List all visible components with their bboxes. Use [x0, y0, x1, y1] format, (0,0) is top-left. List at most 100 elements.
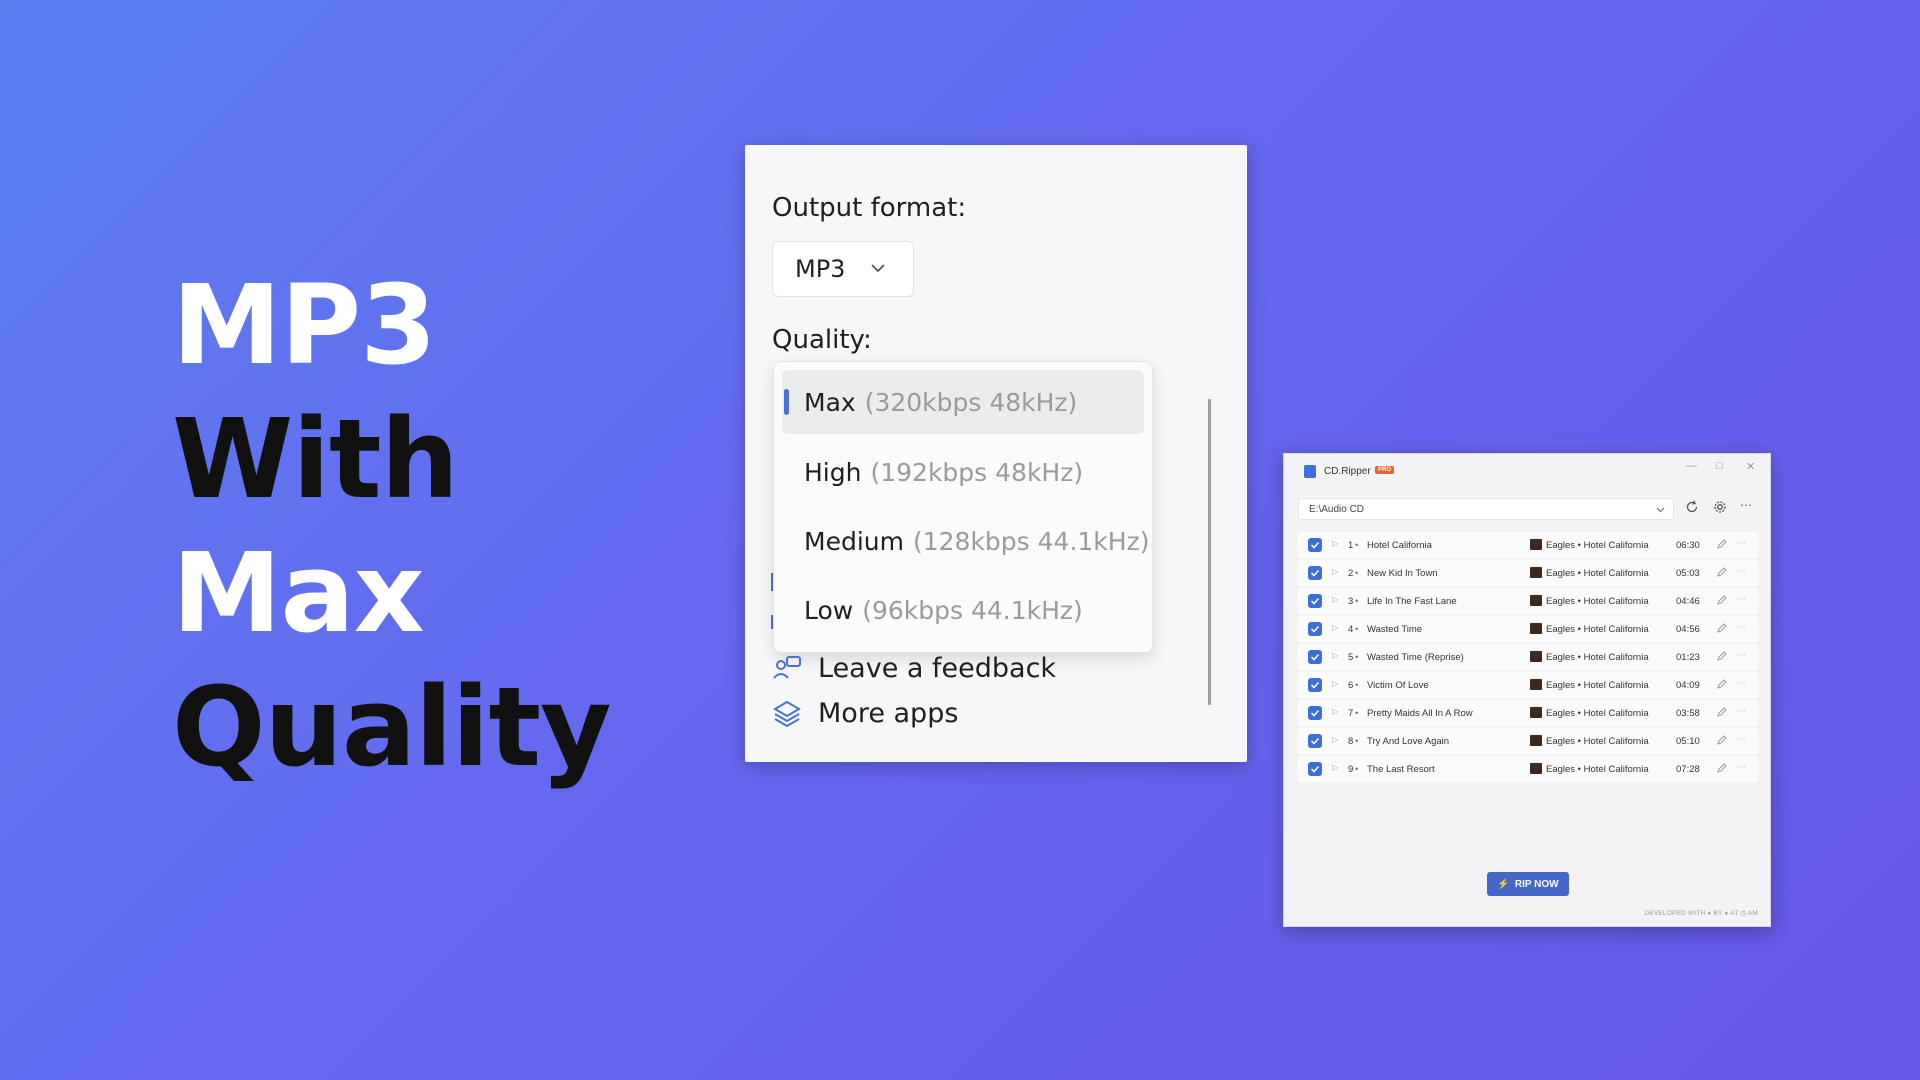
track-title: Victim Of Love: [1367, 680, 1429, 691]
option-name: Medium: [804, 526, 904, 556]
refresh-icon[interactable]: [1684, 499, 1700, 515]
play-icon[interactable]: ▷: [1332, 595, 1338, 604]
layers-icon: [773, 700, 801, 727]
track-checkbox[interactable]: [1308, 762, 1322, 776]
edit-icon[interactable]: [1716, 650, 1728, 662]
edit-icon[interactable]: [1716, 734, 1728, 746]
quality-option-medium[interactable]: Medium (128kbps 44.1kHz): [782, 509, 1149, 573]
checkmark-icon: [1310, 597, 1320, 605]
checkmark-icon: [1310, 709, 1320, 717]
track-row[interactable]: ▷ Victim Of Love Eagles • Hotel California…: [1298, 672, 1758, 698]
scrollbar[interactable]: [1208, 399, 1211, 705]
track-checkbox[interactable]: [1308, 594, 1322, 608]
app-logo-icon: [1304, 465, 1316, 478]
track-checkbox[interactable]: [1308, 650, 1322, 664]
track-number: 7: [1348, 708, 1354, 719]
track-checkbox[interactable]: [1308, 566, 1322, 580]
quality-option-low[interactable]: Low (96kbps 44.1kHz): [782, 578, 1144, 642]
separator: •: [1355, 736, 1359, 747]
track-artist-album: Eagles • Hotel California: [1546, 764, 1649, 775]
track-number: 4: [1348, 624, 1354, 635]
more-apps-link[interactable]: More apps: [772, 698, 958, 729]
track-duration: 01:23: [1676, 652, 1700, 663]
headline-line-2: With: [172, 395, 459, 523]
quality-option-high[interactable]: High (192kbps 48kHz): [782, 440, 1144, 504]
play-icon[interactable]: ▷: [1332, 707, 1338, 716]
separator: •: [1355, 624, 1359, 635]
row-more-icon[interactable]: ⋯: [1736, 650, 1746, 661]
track-checkbox[interactable]: [1308, 734, 1322, 748]
track-title: New Kid In Town: [1367, 568, 1438, 579]
developer-credit: DEVELOPED WITH ● BY ● AT ◷ AM: [1644, 910, 1758, 917]
album-art-thumbnail: [1530, 623, 1542, 634]
play-icon[interactable]: ▷: [1332, 735, 1338, 744]
track-checkbox[interactable]: [1308, 678, 1322, 692]
rip-label: RIP NOW: [1514, 878, 1559, 890]
track-list: ▷ Hotel California Eagles • Hotel Californ…: [1298, 532, 1758, 832]
track-row[interactable]: ▷ Try And Love Again Eagles • Hotel Califo…: [1298, 728, 1758, 754]
album-art-thumbnail: [1530, 595, 1542, 606]
album-art-thumbnail: [1530, 679, 1542, 690]
option-name: High: [804, 457, 862, 487]
play-icon[interactable]: ▷: [1332, 567, 1338, 576]
edit-icon[interactable]: [1716, 762, 1728, 774]
gear-icon[interactable]: [1712, 499, 1728, 515]
minimize-icon[interactable]: —: [1686, 460, 1697, 472]
checkmark-icon: [1310, 737, 1320, 745]
play-icon[interactable]: ▷: [1332, 651, 1338, 660]
track-row[interactable]: ▷ The Last Resort Eagles • Hotel Californi…: [1298, 756, 1758, 782]
track-title: Try And Love Again: [1367, 736, 1450, 747]
quality-option-max[interactable]: Max (320kbps 48kHz): [782, 370, 1144, 434]
close-icon[interactable]: ✕: [1746, 460, 1755, 473]
rip-icon: ⚡: [1497, 878, 1510, 890]
track-title: The Last Resort: [1367, 764, 1435, 775]
track-artist-album: Eagles • Hotel California: [1546, 540, 1649, 551]
rip-now-button[interactable]: ⚡ RIP NOW: [1487, 872, 1569, 896]
play-icon[interactable]: ▷: [1332, 623, 1338, 632]
leave-feedback-link[interactable]: Leave a feedback: [772, 653, 1056, 684]
play-icon[interactable]: ▷: [1332, 763, 1338, 772]
row-more-icon[interactable]: ⋯: [1736, 678, 1746, 689]
track-duration: 07:28: [1676, 764, 1700, 775]
track-title: Life In The Fast Lane: [1367, 596, 1457, 607]
row-more-icon[interactable]: ⋯: [1736, 538, 1746, 549]
feedback-icon: [773, 655, 801, 679]
edit-icon[interactable]: [1716, 566, 1728, 578]
row-more-icon[interactable]: ⋯: [1736, 706, 1746, 717]
edit-icon[interactable]: [1716, 538, 1728, 550]
play-icon[interactable]: ▷: [1332, 539, 1338, 548]
edit-icon[interactable]: [1716, 594, 1728, 606]
track-checkbox[interactable]: [1308, 706, 1322, 720]
track-duration: 04:46: [1676, 596, 1700, 607]
edit-icon[interactable]: [1716, 706, 1728, 718]
edit-icon[interactable]: [1716, 622, 1728, 634]
checkmark-icon: [1310, 765, 1320, 773]
row-more-icon[interactable]: ⋯: [1736, 566, 1746, 577]
row-more-icon[interactable]: ⋯: [1736, 734, 1746, 745]
play-icon[interactable]: ▷: [1332, 679, 1338, 688]
more-options-icon[interactable]: ⋯: [1740, 498, 1756, 514]
track-row[interactable]: ▷ New Kid In Town Eagles • Hotel Californi…: [1298, 560, 1758, 586]
headline-line-1: MP3: [172, 261, 437, 389]
track-checkbox[interactable]: [1308, 622, 1322, 636]
track-duration: 05:10: [1676, 736, 1700, 747]
row-more-icon[interactable]: ⋯: [1736, 762, 1746, 773]
output-format-select[interactable]: MP3: [772, 241, 914, 297]
track-duration: 04:56: [1676, 624, 1700, 635]
row-more-icon[interactable]: ⋯: [1736, 622, 1746, 633]
link-label: More apps: [818, 698, 959, 729]
row-more-icon[interactable]: ⋯: [1736, 594, 1746, 605]
drive-select[interactable]: E:\Audio CD: [1298, 498, 1674, 520]
track-artist-album: Eagles • Hotel California: [1546, 568, 1649, 579]
track-row[interactable]: ▷ Life In The Fast Lane Eagles • Hotel Cal…: [1298, 588, 1758, 614]
app-title: CD.Ripper: [1324, 466, 1371, 477]
track-title: Hotel California: [1367, 540, 1432, 551]
checkmark-icon: [1310, 653, 1320, 661]
maximize-icon[interactable]: □: [1716, 460, 1723, 472]
edit-icon[interactable]: [1716, 678, 1728, 690]
track-checkbox[interactable]: [1308, 538, 1322, 552]
track-row[interactable]: ▷ Pretty Maids All In A Row Eagles • Hotel…: [1298, 700, 1758, 726]
track-row[interactable]: ▷ Hotel California Eagles • Hotel Californ…: [1298, 532, 1758, 558]
track-row[interactable]: ▷ Wasted Time Eagles • Hotel California 04:…: [1298, 616, 1758, 642]
track-row[interactable]: ▷ Wasted Time (Reprise) Eagles • Hotel Cal…: [1298, 644, 1758, 670]
